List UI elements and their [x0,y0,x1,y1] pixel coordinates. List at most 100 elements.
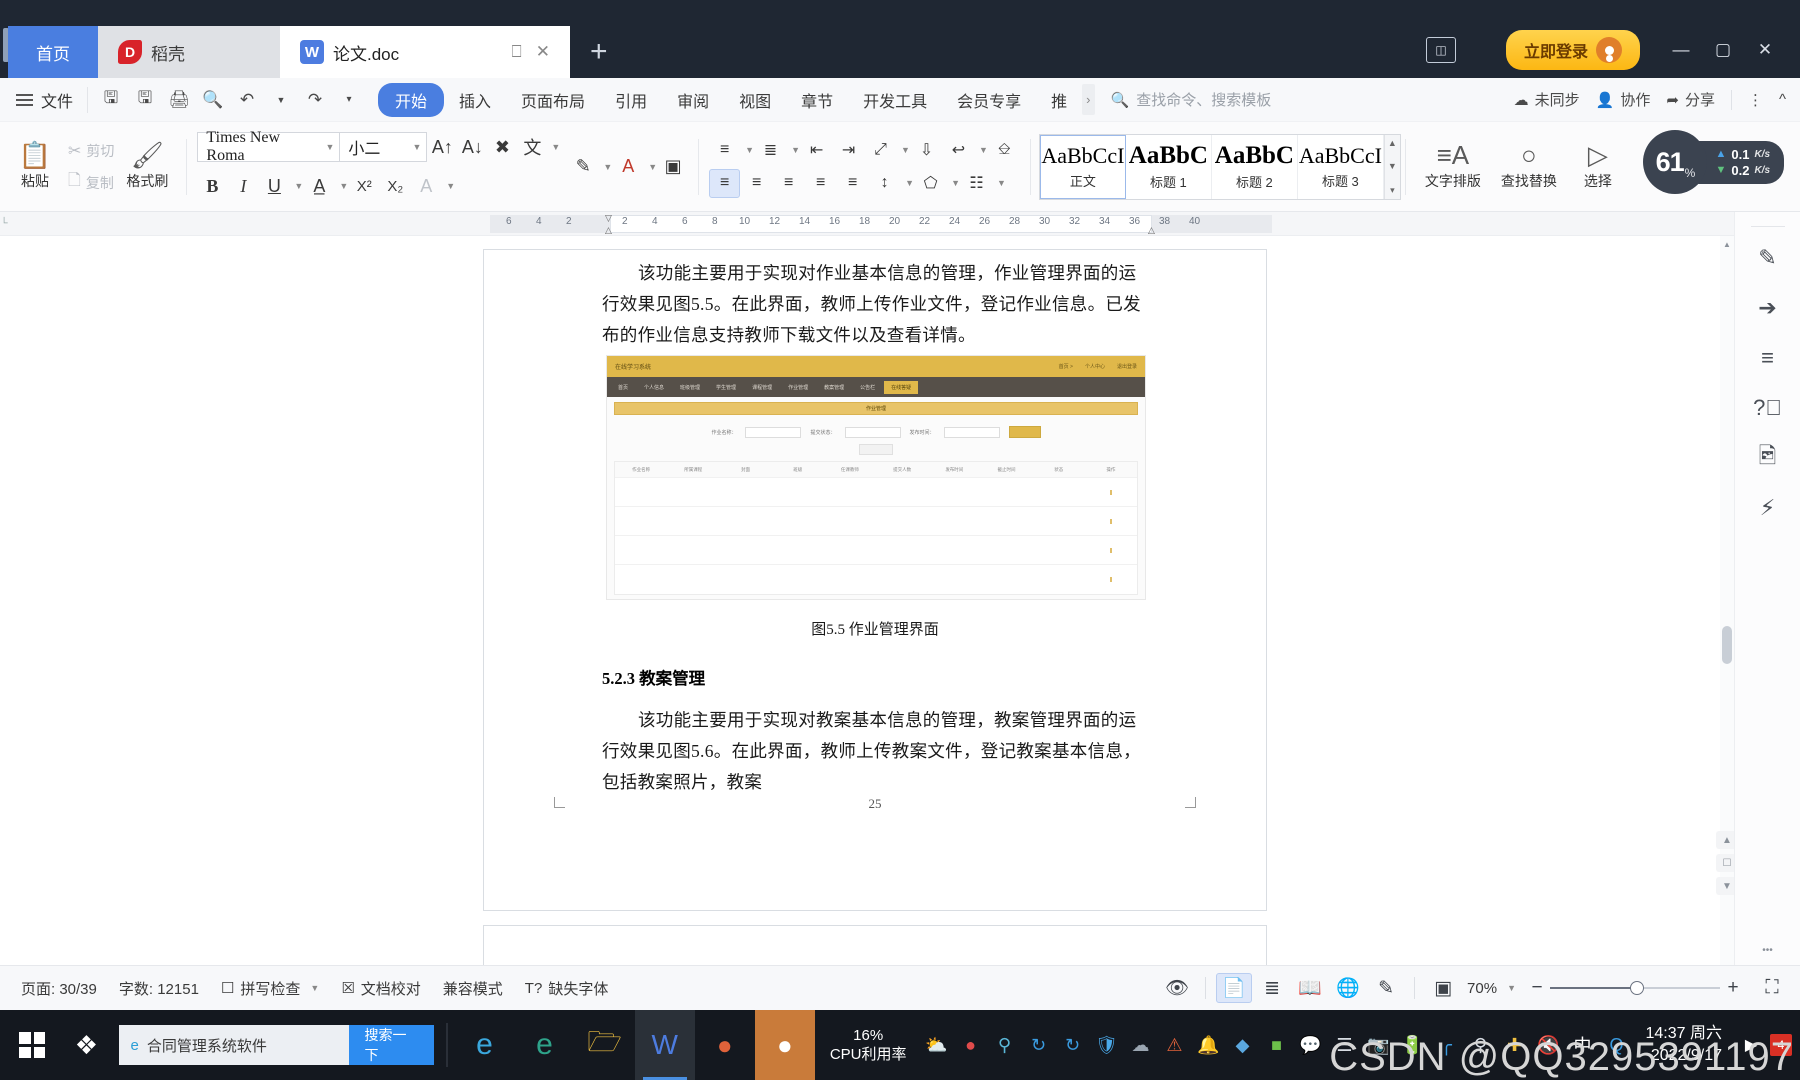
missing-font-button[interactable]: T? 缺失字体 [514,978,620,999]
dropbox-icon[interactable]: ◆ [1228,1010,1258,1080]
taskbar-app-ie[interactable]: e [454,1010,514,1080]
select-button[interactable]: ▷ 选择 [1568,142,1628,191]
ribbon-tab-insert[interactable]: 插入 [444,83,506,117]
align-center-button[interactable]: ≡ [741,169,772,198]
tab-close-icon[interactable]: ✕ [536,42,550,62]
redo-icon[interactable]: ↷ [300,86,330,114]
fullscreen-button[interactable]: ⛶ [1754,973,1790,1003]
chevron-down-icon[interactable]: ▼ [551,142,560,152]
taskbar-app-generic[interactable]: ● [754,1010,815,1080]
scroll-up-icon[interactable]: ▲ [1720,236,1734,252]
reading-icon[interactable]: 📖 [1292,973,1328,1003]
ruler-track[interactable]: 6 4 2 2 4 6 8 10 12 14 16 18 20 22 24 26… [8,212,1800,236]
chevron-down-icon[interactable]: ▼ [1388,161,1397,171]
taskbar-search[interactable]: e 合同管理系统软件 搜索一下 [118,1025,435,1065]
chevron-down-icon[interactable]: ▼ [745,145,754,155]
fit-page-icon[interactable]: ▣ [1425,973,1461,1003]
chevron-down-icon[interactable]: ▼ [1507,983,1516,993]
more-tools-icon[interactable]: ••• [1759,943,1777,957]
tab-present-icon[interactable]: ⎕ [512,42,522,62]
subscript-button[interactable]: X₂ [380,171,410,201]
login-button[interactable]: 立即登录 [1505,30,1640,70]
distribute-button[interactable]: ≡ [837,169,868,198]
increase-font-size-icon[interactable]: A↑ [427,132,457,162]
justify-button[interactable]: ≡ [805,169,836,198]
sync-icon[interactable]: ↻ [1024,1010,1054,1080]
strikethrough-icon[interactable]: A̲ [304,171,334,201]
notification-badge[interactable]: 4 [1770,1034,1792,1056]
chevron-down-icon[interactable]: ▼ [951,178,960,188]
collapse-ribbon-icon[interactable]: ^ [1779,91,1786,108]
expand-gallery-icon[interactable]: ▾ [1390,185,1395,196]
zoom-track[interactable] [1550,981,1720,995]
chevron-down-icon[interactable]: ▼ [603,162,612,172]
zoom-level[interactable]: 70% [1463,980,1501,997]
word-count[interactable]: 字数: 12151 [108,978,210,999]
chevron-down-icon[interactable]: ▼ [997,178,1006,188]
embedded-screenshot-figure[interactable]: 在线学习系统 首页 > 个人中心 退出登录 首页 个人信息 班级管理 学生管理 … [606,355,1146,600]
zoom-in-button[interactable]: + [1720,977,1746,999]
underline-button[interactable]: U [259,171,289,201]
chevron-down-icon[interactable]: ▼ [791,145,800,155]
split-view-icon[interactable]: ◫ [1425,37,1456,63]
spellcheck-button[interactable]: ☐ 拼写检查 ▼ [210,978,330,999]
scrollbar-thumb[interactable] [1722,626,1732,664]
new-tab-button[interactable]: + [570,26,628,78]
paragraph-layout-icon[interactable]: ⎒ [989,136,1020,165]
help-circle-icon[interactable]: ?⃝ [1746,383,1790,433]
maximize-button[interactable]: ▢ [1702,31,1744,69]
collaborate-button[interactable]: 👤 协作 [1596,89,1651,110]
font-color-icon[interactable]: A [613,152,643,182]
performance-widget[interactable]: 61 % ▲ 0.1 K/s ▼ 0.2 K/s [1643,130,1784,194]
proofread-button[interactable]: ☒ 文档校对 [330,978,431,999]
smart-lightning-icon[interactable]: ⚡ [1746,483,1790,533]
camera-icon[interactable]: 📷 [1364,1010,1394,1080]
taskbar-search-input[interactable]: e 合同管理系统软件 [119,1035,349,1056]
bell-icon[interactable]: 🔔 [1194,1010,1224,1080]
chevron-down-icon[interactable]: ▼ [648,162,657,172]
close-button[interactable]: ✕ [1744,31,1786,69]
format-painter-button[interactable]: 🖌 格式刷 [118,142,176,191]
style-item-heading1[interactable]: AaBbC 标题 1 [1126,134,1212,199]
character-border-icon[interactable]: ▣ [658,152,688,182]
align-left-button[interactable]: ≡ [709,168,741,198]
style-gallery-scroll[interactable]: ▲ ▼ ▾ [1383,134,1400,199]
customize-qat-icon[interactable]: ▾ [334,86,364,114]
sync-status-button[interactable]: ☁ 未同步 [1514,89,1580,110]
copy-button[interactable]: 🗋 复制 [64,169,118,197]
decrease-font-size-icon[interactable]: A↓ [457,132,487,162]
recording-icon[interactable]: ▶ [1736,1010,1766,1080]
borders-icon[interactable]: ☷ [961,169,992,198]
tab-daoke[interactable]: D 稻壳 [98,26,280,78]
font-size-input[interactable]: 小二 ▼ [339,132,428,162]
first-line-indent-marker[interactable]: ▽ [605,213,612,224]
ribbon-tab-review[interactable]: 审阅 [662,83,724,117]
style-item-heading2[interactable]: AaBbC 标题 2 [1212,134,1298,199]
cloud-icon[interactable]: ☁ [1126,1010,1156,1080]
taskbar-app-wps-writer[interactable]: W [634,1010,695,1080]
ribbon-tab-start[interactable]: 开始 [378,82,445,117]
clear-formatting-icon[interactable]: ✖ [487,132,517,162]
share-button[interactable]: ➦ 分享 [1666,89,1715,110]
document-page[interactable]: 该功能主要用于实现对作业基本信息的管理，作业管理界面的运行效果见图5.5。在此界… [484,250,1266,910]
increase-indent-icon[interactable]: ⇥ [833,136,864,165]
line-spacing-icon[interactable]: ↕ [869,169,900,198]
app-grid-icon[interactable] [1470,39,1492,61]
chevron-down-icon[interactable]: ▼ [446,181,455,191]
taskbar-app-browser[interactable]: ● [695,1010,755,1080]
file-menu-button[interactable]: 文件 [0,88,87,112]
horizontal-ruler[interactable]: └ 6 4 2 2 4 6 8 10 12 14 16 18 20 22 24 … [0,212,1800,236]
zoom-slider[interactable]: − + [1524,977,1746,999]
pinyin-guide-icon[interactable]: 文 [517,132,547,162]
style-item-heading3[interactable]: AaBbCcI 标题 3 [1298,134,1384,199]
font-name-input[interactable]: Times New Roma ▼ [197,129,340,164]
volume-mute-icon[interactable]: 🔇 [1534,1010,1564,1080]
document-page-next[interactable] [484,926,1266,965]
taskbar-clock[interactable]: 14:37 周六 2022/9/17 [1636,1023,1733,1067]
ribbon-tab-overflow-icon[interactable]: › [1082,84,1095,115]
ribbon-tab-view[interactable]: 视图 [724,83,786,117]
usb-device-icon[interactable]: ⚲ [1466,1010,1496,1080]
bullet-list-icon[interactable]: ≡ [709,136,740,165]
save-icon[interactable]: 🖫 [96,86,126,114]
battery-icon[interactable]: 🔋 [1398,1010,1428,1080]
